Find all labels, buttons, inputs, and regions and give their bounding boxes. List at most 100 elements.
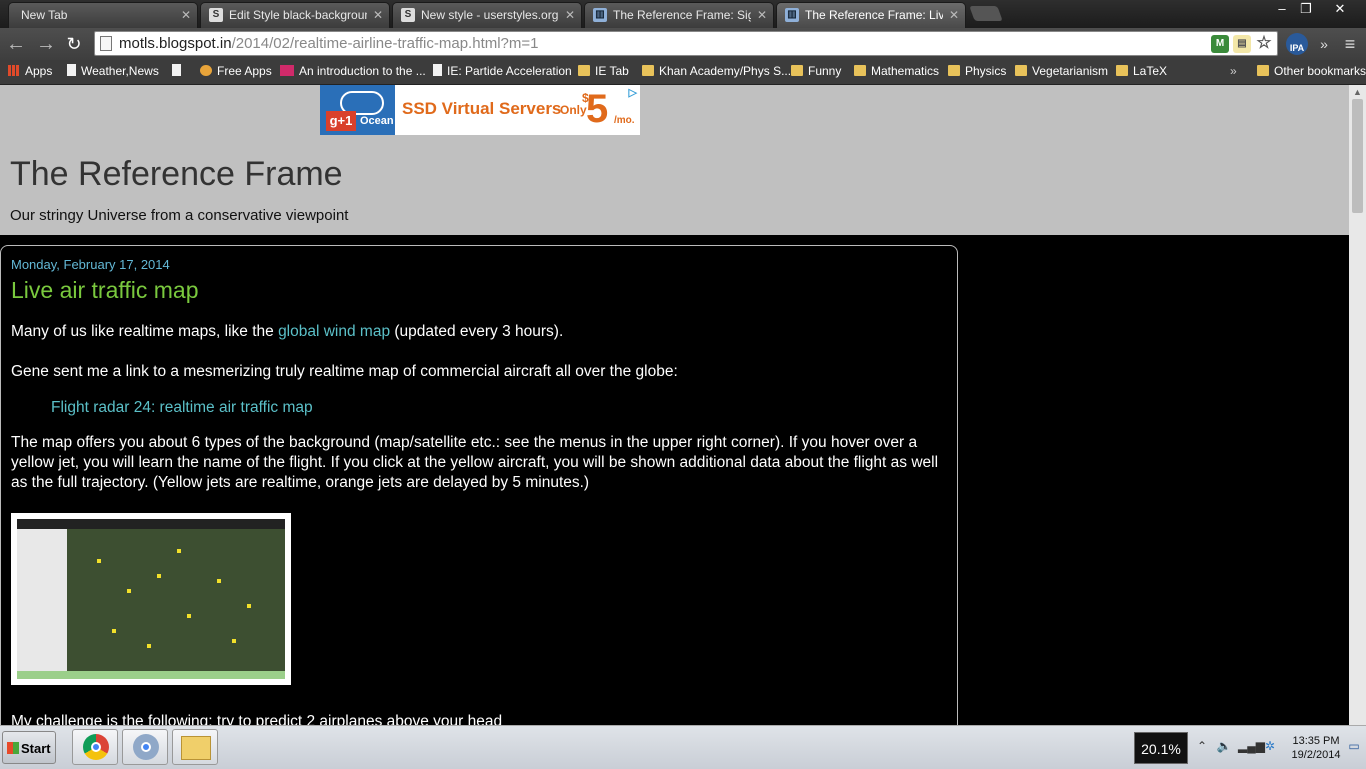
plane-marker xyxy=(127,589,131,593)
tab-reference-frame-signal[interactable]: ▥ The Reference Frame: Signa ✕ xyxy=(584,2,774,28)
bookmark-free-apps[interactable]: Free Apps xyxy=(200,60,272,82)
tab-close-icon[interactable]: ✕ xyxy=(181,3,191,27)
bookmark-introduction[interactable]: An introduction to the ... xyxy=(280,60,426,82)
bookmark-untitled[interactable] xyxy=(172,60,186,82)
bookmark-mathematics[interactable]: Mathematics xyxy=(854,60,939,82)
taskbar-chrome-app[interactable] xyxy=(122,729,168,765)
bookmark-star-icon[interactable]: ☆ xyxy=(1255,34,1273,52)
bookmark-weather-news[interactable]: Weather,News xyxy=(67,60,159,82)
clock-date: 19/2/2014 xyxy=(1291,749,1341,761)
bookmarks-overflow-button[interactable]: » xyxy=(1230,60,1237,82)
scroll-up-icon[interactable]: ▲ xyxy=(1349,85,1366,99)
bookmark-ie-particle[interactable]: IE: Partide Acceleration xyxy=(433,60,572,82)
tab-new-tab[interactable]: New Tab ✕ xyxy=(8,2,198,28)
plane-marker xyxy=(177,549,181,553)
ad-per-month: /mo. xyxy=(614,115,635,126)
bookmark-label: Other bookmarks xyxy=(1274,64,1366,78)
network-icon[interactable]: ▂▄▆ xyxy=(1238,738,1265,754)
plane-marker xyxy=(247,604,251,608)
scrollbar-thumb[interactable] xyxy=(1352,99,1363,213)
folder-icon xyxy=(642,65,654,76)
windows-flag-icon xyxy=(7,742,19,754)
taskbar-explorer[interactable] xyxy=(172,729,218,765)
plane-marker xyxy=(187,614,191,618)
ipa-extension-icon[interactable]: IPA xyxy=(1286,33,1308,55)
volume-icon[interactable]: 🔈 xyxy=(1216,738,1232,754)
bookmark-physics[interactable]: Physics xyxy=(948,60,1006,82)
folder-icon xyxy=(1015,65,1027,76)
tab-close-icon[interactable]: ✕ xyxy=(373,3,383,27)
folder-icon xyxy=(854,65,866,76)
bookmark-label: Khan Academy/Phys S... xyxy=(659,64,792,78)
post-title[interactable]: Live air traffic map xyxy=(11,277,198,304)
blog-header: g+1 Ocean SSD Virtual Servers Only $ 5 /… xyxy=(0,85,1349,235)
other-bookmarks[interactable]: Other bookmarks xyxy=(1257,60,1366,82)
folder-icon xyxy=(948,65,960,76)
blog-title[interactable]: The Reference Frame xyxy=(10,155,343,194)
chrome-gray-icon xyxy=(133,734,159,760)
bookmarks-bar: Apps Weather,News Free Apps An introduct… xyxy=(0,60,1366,85)
tab-close-icon[interactable]: ✕ xyxy=(757,3,767,27)
restore-button[interactable]: ❐ xyxy=(1294,0,1318,18)
url-host: motls.blogspot.in xyxy=(119,35,232,52)
blog-favicon-icon: ▥ xyxy=(785,8,799,22)
map-topbar xyxy=(17,519,285,529)
tab-close-icon[interactable]: ✕ xyxy=(565,3,575,27)
page-scrollbar[interactable]: ▲ xyxy=(1349,85,1366,725)
url-text[interactable]: motls.blogspot.in/2014/02/realtime-airli… xyxy=(119,32,539,55)
address-bar[interactable]: motls.blogspot.in/2014/02/realtime-airli… xyxy=(94,31,1278,56)
system-clock[interactable]: 13:35 PM 19/2/2014 xyxy=(1286,734,1346,762)
plane-marker xyxy=(217,579,221,583)
ad-price: 5 xyxy=(586,87,609,131)
tab-title: New Tab xyxy=(21,8,68,22)
forward-arrow-icon[interactable]: → xyxy=(34,32,58,56)
reload-icon[interactable]: ↻ xyxy=(62,32,86,56)
new-tab-button[interactable] xyxy=(969,6,1003,21)
free-apps-icon xyxy=(200,65,212,76)
ad-brand: Ocean xyxy=(360,115,394,127)
sync-icon[interactable]: ✲ xyxy=(1262,738,1278,754)
plane-marker xyxy=(97,559,101,563)
bookmark-ie-tab[interactable]: IE Tab xyxy=(578,60,629,82)
close-window-button[interactable]: ✕ xyxy=(1322,0,1358,18)
show-desktop-icon[interactable]: ▭ xyxy=(1346,738,1362,754)
bookmark-apps[interactable]: Apps xyxy=(8,60,52,82)
post-paragraph-2: Gene sent me a link to a mesmerizing tru… xyxy=(11,363,678,380)
tab-close-icon[interactable]: ✕ xyxy=(949,3,959,27)
minimize-button[interactable]: – xyxy=(1270,0,1294,18)
folder-icon xyxy=(1257,65,1269,76)
adblock-icon[interactable]: M xyxy=(1211,35,1229,53)
flightradar-screenshot[interactable] xyxy=(11,513,291,685)
ad-headline: SSD Virtual Servers xyxy=(402,99,562,118)
global-wind-map-link[interactable]: global wind map xyxy=(278,323,390,340)
map-sidebar xyxy=(17,529,67,679)
back-arrow-icon[interactable]: ← xyxy=(4,32,28,56)
taskbar-chrome[interactable] xyxy=(72,729,118,765)
google-plus-one-button[interactable]: g+1 xyxy=(326,111,356,131)
banner-ad[interactable]: g+1 Ocean SSD Virtual Servers Only $ 5 /… xyxy=(320,85,640,135)
extensions-overflow-icon[interactable]: » xyxy=(1312,32,1336,56)
show-hidden-icons[interactable]: ⌃ xyxy=(1194,738,1210,754)
page-action-icon[interactable]: ▤ xyxy=(1233,35,1251,53)
bookmark-vegetarianism[interactable]: Vegetarianism xyxy=(1015,60,1108,82)
bookmark-latex[interactable]: LaTeX xyxy=(1116,60,1167,82)
url-path: /2014/02/realtime-airline-traffic-map.ht… xyxy=(231,35,539,52)
plane-marker xyxy=(147,644,151,648)
post-date: Monday, February 17, 2014 xyxy=(11,257,170,272)
tab-title: Edit Style black-background xyxy=(229,8,367,22)
bookmark-label: IE: Partide Acceleration xyxy=(447,64,572,78)
ad-only: Only xyxy=(560,103,587,117)
tab-reference-frame-live[interactable]: ▥ The Reference Frame: Live a ✕ xyxy=(776,2,966,28)
flight-radar-link[interactable]: Flight radar 24: realtime air traffic ma… xyxy=(51,399,313,417)
bookmark-label: Physics xyxy=(965,64,1007,78)
tab-strip: New Tab ✕ S Edit Style black-background … xyxy=(0,0,1366,28)
page-icon xyxy=(100,36,112,51)
start-button[interactable]: Start xyxy=(2,731,56,764)
tab-edit-style[interactable]: S Edit Style black-background ✕ xyxy=(200,2,390,28)
menu-icon[interactable]: ≡ xyxy=(1338,32,1362,56)
tab-new-style[interactable]: S New style - userstyles.org ✕ xyxy=(392,2,582,28)
bookmark-funny[interactable]: Funny xyxy=(791,60,841,82)
bookmark-khan-academy[interactable]: Khan Academy/Phys S... xyxy=(642,60,791,82)
adchoices-icon[interactable]: ▷ xyxy=(629,86,637,99)
bookmark-label: LaTeX xyxy=(1133,64,1168,78)
